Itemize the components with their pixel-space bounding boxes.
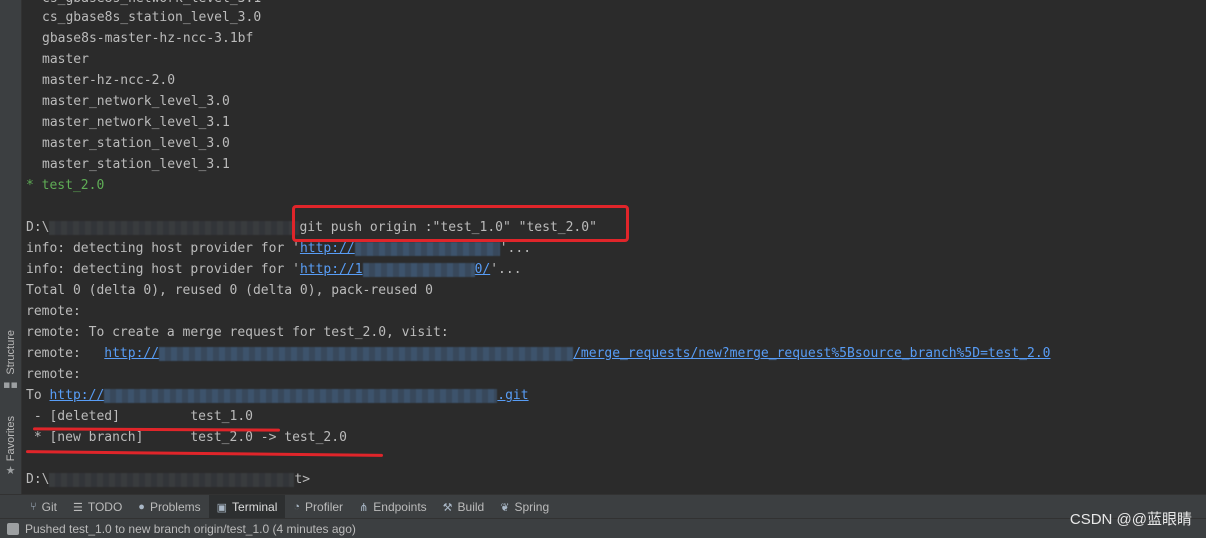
todo-list-icon: ☰ <box>72 501 83 514</box>
prompt-prefix: D:\ <box>26 220 50 235</box>
left-tool-strip: Structure ▪▪ Favorites ★ <box>0 0 22 494</box>
remote-line: remote: <box>26 304 81 319</box>
git-branch-icon: ⑂ <box>30 501 37 513</box>
tab-profiler[interactable]: ◔ Profiler <box>285 495 351 519</box>
remote-line: remote: <box>26 367 81 382</box>
to-line: To http://.git <box>26 388 529 403</box>
structure-tab[interactable]: Structure ▪▪ <box>0 330 21 391</box>
host-link[interactable]: http:// <box>300 241 355 256</box>
tool-window-bar: ⑂ Git ☰ TODO ● Problems ▣ Terminal ◔ Pro… <box>0 494 1206 519</box>
build-hammer-icon: ⚒ <box>442 501 453 514</box>
merge-request-link[interactable]: http:// <box>104 346 159 361</box>
tab-build[interactable]: ⚒ Build <box>435 495 493 519</box>
redacted-path <box>49 472 295 487</box>
redacted-repo <box>104 388 498 403</box>
problems-icon: ● <box>138 501 145 513</box>
ide-window: Structure ▪▪ Favorites ★ cs_gbase8s_netw… <box>0 0 1206 538</box>
star-icon: ★ <box>5 464 16 478</box>
status-message[interactable]: Pushed test_1.0 to new branch origin/tes… <box>25 522 356 536</box>
branch-line: master_network_level_3.1 <box>42 115 230 130</box>
deleted-line: - [deleted] test_1.0 <box>26 409 253 424</box>
structure-tab-label: Structure <box>4 330 17 375</box>
branch-line: master_station_level_3.0 <box>42 136 230 151</box>
remote-url-line: remote: http:///merge_requests/new?merge… <box>26 346 1051 361</box>
branch-line: master-hz-ncc-2.0 <box>42 73 176 88</box>
tab-terminal[interactable]: ▣ Terminal <box>208 495 286 519</box>
branch-line: master <box>42 52 89 67</box>
merge-request-link-end[interactable]: /merge_requests/new?merge_request%5Bsour… <box>573 346 1050 361</box>
structure-icon: ▪▪ <box>3 377 18 391</box>
tab-problems[interactable]: ● Problems <box>130 495 208 519</box>
remote-line: remote: To create a merge request for te… <box>26 325 449 340</box>
repo-link[interactable]: http:// <box>49 388 104 403</box>
terminal-icon: ▣ <box>216 501 228 514</box>
spring-leaf-icon: ❦ <box>500 501 510 514</box>
redacted-url <box>159 346 574 361</box>
favorites-tab[interactable]: Favorites ★ <box>0 416 21 477</box>
host-link[interactable]: http://1 <box>300 262 363 277</box>
redacted-path <box>49 220 300 235</box>
favorites-tab-label: Favorites <box>4 416 17 462</box>
branch-line: gbase8s-master-hz-ncc-3.1bf <box>42 31 254 46</box>
redacted-host <box>362 262 475 277</box>
endpoints-icon: ⋔ <box>359 501 369 514</box>
current-branch-line: * test_2.0 <box>26 178 105 193</box>
status-bar: Pushed test_1.0 to new branch origin/tes… <box>0 518 1206 538</box>
total-line: Total 0 (delta 0), reused 0 (delta 0), p… <box>26 283 433 298</box>
watermark: CSDN @@蓝眼睛 <box>1069 511 1192 528</box>
branch-line: cs_gbase8s_station_level_3.0 <box>42 10 262 25</box>
command-highlight-box <box>292 205 629 242</box>
tab-spring[interactable]: ❦ Spring <box>492 495 557 519</box>
info-line: info: detecting host provider for 'http:… <box>26 262 522 277</box>
tab-endpoints[interactable]: ⋔ Endpoints <box>351 495 435 519</box>
branch-line: master_network_level_3.0 <box>42 94 230 109</box>
final-prompt-line: D:\ t> <box>26 472 311 487</box>
profiler-icon: ◔ <box>293 501 301 513</box>
status-panel-icon[interactable] <box>7 523 19 535</box>
redacted-host <box>354 241 500 256</box>
tab-git[interactable]: ⑂ Git <box>22 495 65 519</box>
branch-line: master_station_level_3.1 <box>42 157 230 172</box>
tab-todo[interactable]: ☰ TODO <box>65 495 130 519</box>
info-line: info: detecting host provider for 'http:… <box>26 241 532 256</box>
terminal-panel[interactable]: cs_gbase8s_network_level_3.1 cs_gbase8s_… <box>22 0 1206 494</box>
